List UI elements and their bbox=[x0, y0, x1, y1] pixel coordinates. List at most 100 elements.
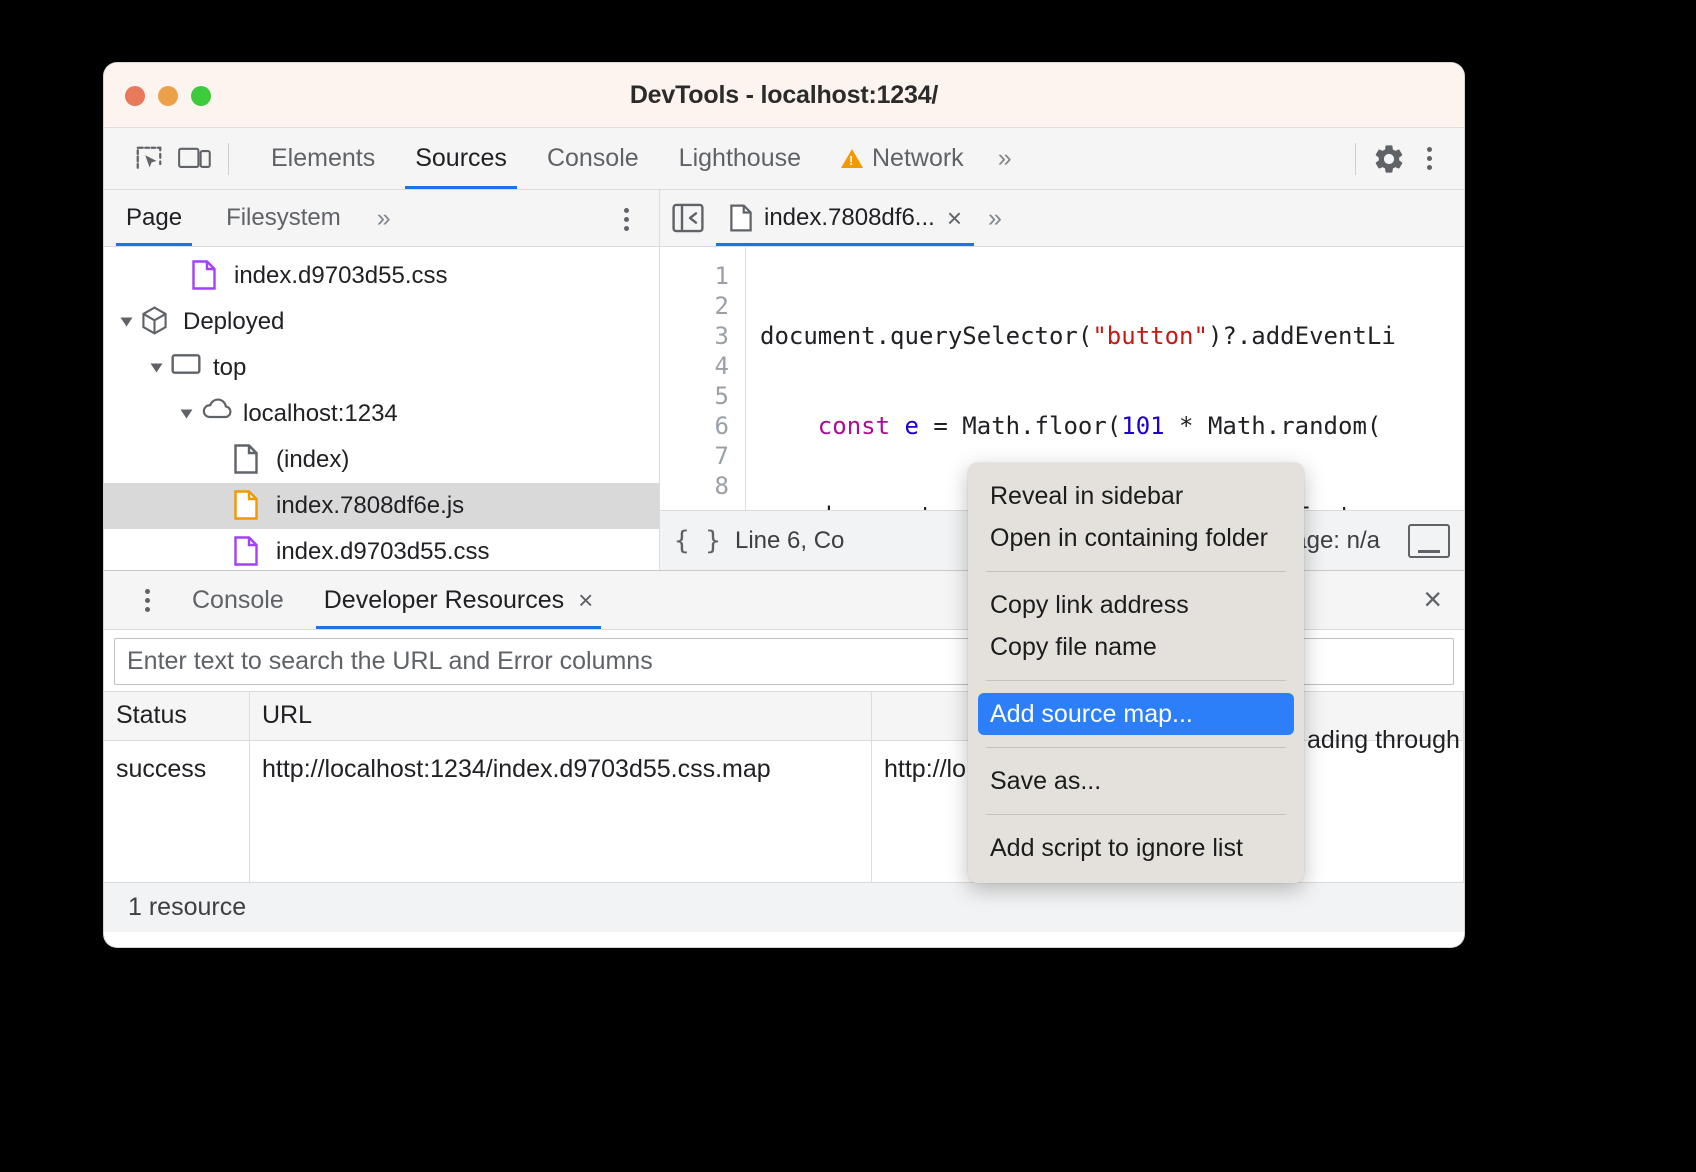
tree-item-deployed[interactable]: Deployed bbox=[104, 299, 659, 345]
drawer-tab-console[interactable]: Console bbox=[172, 571, 304, 629]
screenshot-root: DevTools - localhost:1234/ Elem bbox=[0, 0, 1696, 1172]
tree-item-index[interactable]: (index) bbox=[104, 437, 659, 483]
tree-item-top[interactable]: top bbox=[104, 345, 659, 391]
line-number: 4 bbox=[660, 351, 729, 381]
devtools-toolbar: Elements Sources Console Lighthouse Netw… bbox=[104, 128, 1464, 190]
editor-tab-label: index.7808df6... bbox=[764, 204, 935, 232]
loading-hint-text: ading through target bbox=[1307, 726, 1464, 755]
window-titlebar: DevTools - localhost:1234/ bbox=[104, 63, 1464, 128]
tab-network[interactable]: Network bbox=[821, 128, 984, 189]
show-navigator-icon[interactable] bbox=[660, 203, 716, 233]
panel-tabs: Elements Sources Console Lighthouse Netw… bbox=[251, 128, 1023, 189]
navigator-kebab-icon[interactable] bbox=[609, 199, 643, 239]
empty-cell bbox=[104, 871, 250, 882]
column-header-url[interactable]: URL bbox=[250, 692, 872, 740]
toolbar-divider-right bbox=[1355, 143, 1356, 175]
context-menu[interactable]: Reveal in sidebar Open in containing fol… bbox=[968, 463, 1304, 883]
tab-lighthouse[interactable]: Lighthouse bbox=[659, 128, 821, 189]
tree-item-label: index.d9703d55.css bbox=[276, 538, 490, 566]
nav-tab-page[interactable]: Page bbox=[104, 190, 204, 246]
doc-file-icon bbox=[730, 204, 752, 232]
menu-separator bbox=[986, 571, 1286, 572]
cell-url: http://localhost:1234/index.d9703d55.css… bbox=[250, 741, 872, 871]
chevron-down-icon[interactable] bbox=[181, 410, 193, 419]
css-file-icon bbox=[234, 536, 260, 568]
code-line: const e = Math.floor(101 * Math.random( bbox=[760, 411, 1396, 441]
chevron-down-icon[interactable] bbox=[121, 318, 133, 327]
gear-icon[interactable] bbox=[1366, 138, 1412, 180]
editor-tab-index-js[interactable]: index.7808df6... × bbox=[716, 190, 974, 246]
line-number: 1 bbox=[660, 261, 729, 291]
column-header-status[interactable]: Status bbox=[104, 692, 250, 740]
menu-item-open-in-containing-folder[interactable]: Open in containing folder bbox=[968, 517, 1304, 559]
device-toolbar-icon[interactable] bbox=[172, 138, 218, 180]
tree-item-label: Deployed bbox=[183, 308, 284, 336]
tree-item-css-nested[interactable]: index.d9703d55.css bbox=[104, 529, 659, 570]
editor-tabs: index.7808df6... × » bbox=[660, 190, 1464, 247]
resource-count-footer: 1 resource bbox=[104, 882, 1464, 932]
more-panels-button[interactable]: » bbox=[984, 144, 1023, 173]
navigator-tabs: Page Filesystem » bbox=[104, 190, 659, 247]
nav-tab-filesystem[interactable]: Filesystem bbox=[204, 190, 363, 246]
kebab-icon[interactable] bbox=[1412, 139, 1446, 179]
drawer-kebab-icon[interactable] bbox=[130, 580, 164, 620]
tree-item-js-selected[interactable]: index.7808df6e.js bbox=[104, 483, 659, 529]
drawer-tab-developer-resources[interactable]: Developer Resources × bbox=[304, 571, 614, 629]
code-line: document.querySelector("button")?.addEve… bbox=[760, 321, 1396, 351]
pretty-print-icon[interactable]: { } bbox=[674, 526, 721, 556]
tab-sources[interactable]: Sources bbox=[395, 128, 527, 189]
doc-file-icon bbox=[234, 444, 260, 476]
toolbar-right-actions bbox=[1345, 138, 1464, 180]
line-number: 3 bbox=[660, 321, 729, 351]
cloud-icon bbox=[201, 398, 227, 430]
tree-item-css-top[interactable]: index.d9703d55.css bbox=[104, 253, 659, 299]
inspect-element-icon[interactable] bbox=[126, 138, 172, 180]
more-navigator-tabs-button[interactable]: » bbox=[363, 204, 402, 233]
cell-status: success bbox=[104, 741, 250, 871]
popout-icon[interactable] bbox=[1408, 524, 1450, 558]
tree-item-label: top bbox=[213, 354, 246, 382]
css-file-icon bbox=[192, 260, 218, 292]
close-icon[interactable]: × bbox=[578, 587, 593, 613]
chevron-down-icon[interactable] bbox=[151, 364, 163, 373]
navigator-pane: Page Filesystem » index.d9703d55.css bbox=[104, 190, 660, 570]
drawer-tab-developer-resources-label: Developer Resources bbox=[324, 586, 564, 615]
menu-item-copy-link-address[interactable]: Copy link address bbox=[968, 584, 1304, 626]
tab-sources-label: Sources bbox=[415, 144, 507, 173]
warning-triangle-icon bbox=[841, 149, 863, 168]
devtools-window: DevTools - localhost:1234/ Elem bbox=[104, 63, 1464, 947]
tab-elements[interactable]: Elements bbox=[251, 128, 395, 189]
nav-tab-filesystem-label: Filesystem bbox=[226, 204, 341, 232]
close-drawer-button[interactable]: × bbox=[1423, 583, 1442, 615]
line-number: 6 bbox=[660, 411, 729, 441]
close-icon[interactable]: × bbox=[947, 205, 962, 231]
more-editor-tabs-button[interactable]: » bbox=[974, 204, 1013, 233]
line-number-gutter: 1 2 3 4 5 6 7 8 bbox=[660, 247, 746, 510]
tree-item-label: localhost:1234 bbox=[243, 400, 398, 428]
line-number: 7 bbox=[660, 441, 729, 471]
toolbar-divider bbox=[228, 143, 229, 175]
menu-separator bbox=[986, 680, 1286, 681]
tree-item-label: index.d9703d55.css bbox=[234, 262, 448, 290]
cursor-position: Line 6, Co bbox=[735, 527, 844, 555]
empty-cell bbox=[250, 871, 872, 882]
menu-item-copy-file-name[interactable]: Copy file name bbox=[968, 626, 1304, 668]
tree-item-label: (index) bbox=[276, 446, 349, 474]
menu-item-reveal-in-sidebar[interactable]: Reveal in sidebar bbox=[968, 475, 1304, 517]
menu-item-save-as[interactable]: Save as... bbox=[968, 760, 1304, 802]
tab-console[interactable]: Console bbox=[527, 128, 659, 189]
window-title: DevTools - localhost:1234/ bbox=[104, 81, 1464, 110]
line-number: 5 bbox=[660, 381, 729, 411]
js-file-icon bbox=[234, 490, 260, 522]
tab-lighthouse-label: Lighthouse bbox=[679, 144, 801, 173]
menu-separator bbox=[986, 814, 1286, 815]
menu-item-add-source-map[interactable]: Add source map... bbox=[978, 693, 1294, 735]
tab-network-label: Network bbox=[872, 144, 964, 173]
menu-item-add-script-to-ignore-list[interactable]: Add script to ignore list bbox=[968, 827, 1304, 869]
tab-console-label: Console bbox=[547, 144, 639, 173]
menu-separator bbox=[986, 747, 1286, 748]
line-number: 2 bbox=[660, 291, 729, 321]
line-number: 8 bbox=[660, 471, 729, 501]
tree-item-localhost[interactable]: localhost:1234 bbox=[104, 391, 659, 437]
file-tree: index.d9703d55.css Deployed bbox=[104, 247, 659, 570]
